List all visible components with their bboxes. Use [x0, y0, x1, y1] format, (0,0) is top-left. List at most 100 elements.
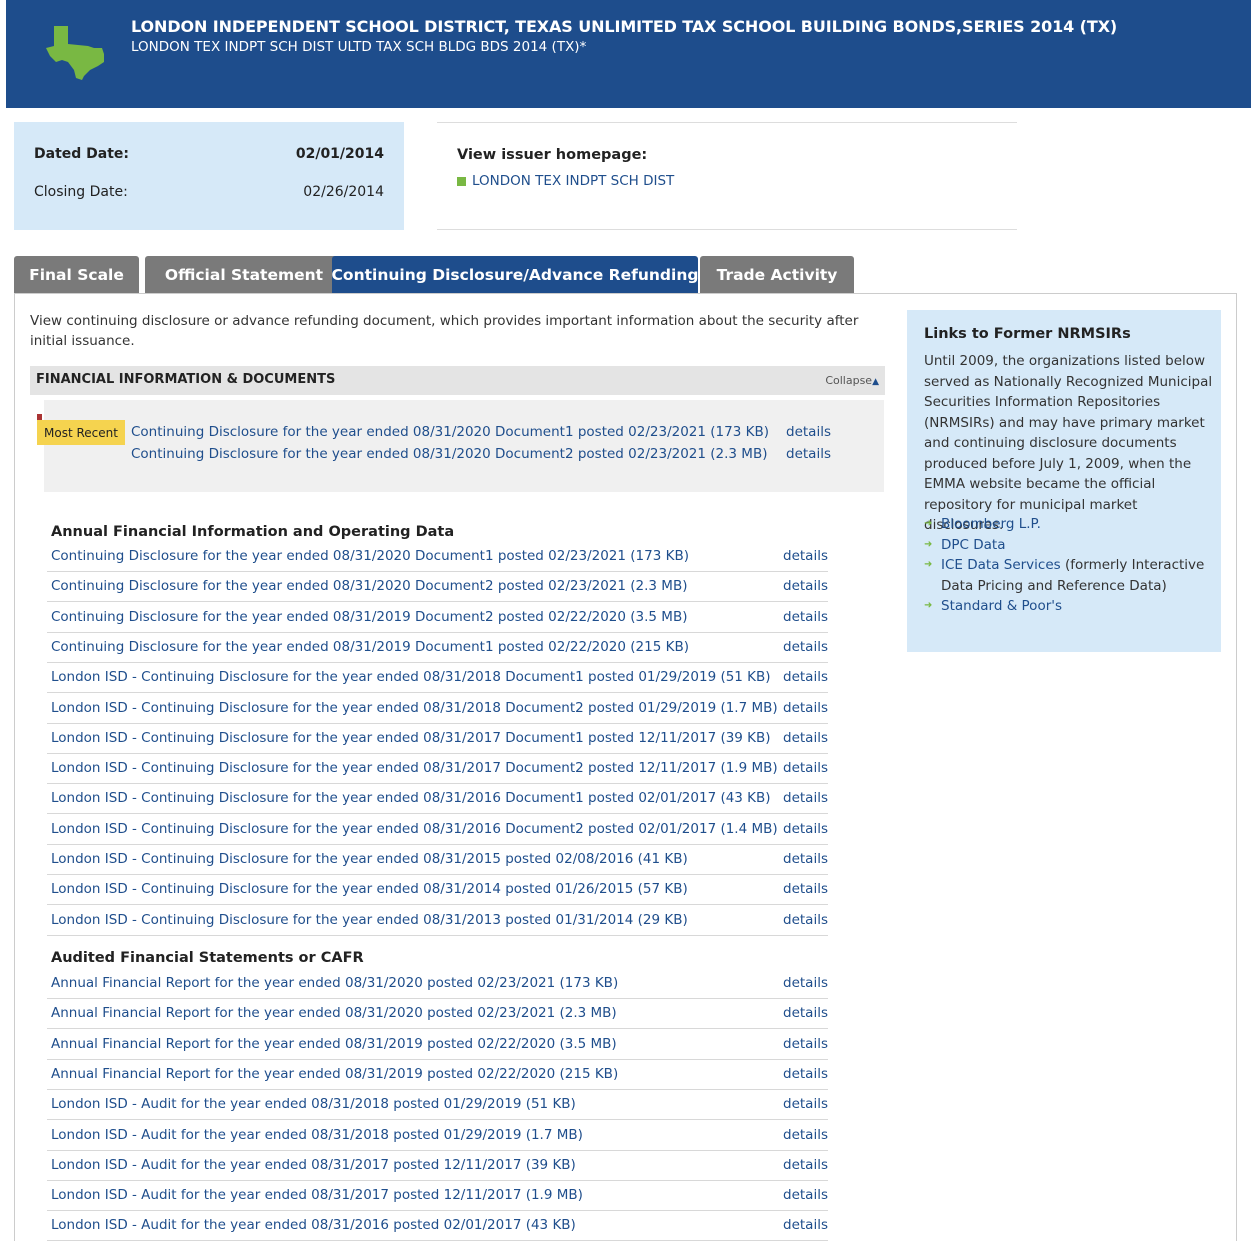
tab-trade-activity[interactable]: Trade Activity: [700, 256, 854, 293]
list-item: ➜ Standard & Poor's: [924, 596, 1214, 617]
sidebar-description: Until 2009, the organizations listed bel…: [924, 353, 1213, 533]
details-link[interactable]: details: [783, 851, 828, 867]
tab-final-scale[interactable]: Final Scale: [14, 256, 139, 293]
document-link[interactable]: Annual Financial Report for the year end…: [51, 1066, 618, 1082]
document-link[interactable]: Continuing Disclosure for the year ended…: [51, 609, 687, 625]
details-link[interactable]: details: [783, 760, 828, 776]
details-link[interactable]: details: [783, 1157, 828, 1173]
texas-state-icon: [46, 26, 104, 80]
details-link[interactable]: details: [783, 700, 828, 716]
recent-document-link[interactable]: Continuing Disclosure for the year ended…: [131, 446, 767, 462]
issuer-homepage-link[interactable]: LONDON TEX INDPT SCH DIST: [472, 173, 674, 189]
collapse-button[interactable]: Collapse▲: [825, 374, 879, 387]
details-link[interactable]: details: [783, 1005, 828, 1021]
details-link[interactable]: details: [783, 1217, 828, 1233]
details-link[interactable]: details: [783, 609, 828, 625]
closing-date-value: 02/26/2014: [303, 184, 384, 200]
table-row: Annual Financial Report for the year end…: [47, 1030, 828, 1060]
arrow-right-icon: ➜: [924, 600, 933, 611]
table-row: London ISD - Continuing Disclosure for t…: [47, 784, 828, 815]
page-header: LONDON INDEPENDENT SCHOOL DISTRICT, TEXA…: [6, 0, 1251, 108]
document-link[interactable]: London ISD - Continuing Disclosure for t…: [51, 851, 688, 867]
table-row: Annual Financial Report for the year end…: [47, 969, 828, 999]
document-link[interactable]: Continuing Disclosure for the year ended…: [51, 639, 689, 655]
document-link[interactable]: London ISD - Audit for the year ended 08…: [51, 1127, 583, 1143]
table-row: London ISD - Audit for the year ended 08…: [47, 1151, 828, 1181]
table-row: Continuing Disclosure for the year ended…: [47, 603, 828, 633]
financial-section-title: FINANCIAL INFORMATION & DOCUMENTS: [36, 372, 336, 387]
nrmsir-link-list: ➜ Bloomberg L.P. ➜ DPC Data ➜ ICE Data Serv…: [924, 514, 1214, 617]
dated-date-value: 02/01/2014: [295, 146, 384, 162]
details-link[interactable]: details: [783, 578, 828, 594]
document-link[interactable]: London ISD - Audit for the year ended 08…: [51, 1187, 583, 1203]
table-row: London ISD - Continuing Disclosure for t…: [47, 754, 828, 785]
table-row: London ISD - Audit for the year ended 08…: [47, 1090, 828, 1121]
details-link[interactable]: details: [783, 1187, 828, 1203]
document-link[interactable]: London ISD - Continuing Disclosure for t…: [51, 881, 688, 897]
document-link[interactable]: London ISD - Audit for the year ended 08…: [51, 1157, 576, 1173]
details-link[interactable]: details: [783, 1096, 828, 1112]
table-row: Continuing Disclosure for the year ended…: [47, 633, 828, 663]
issuer-homepage-link-row: LONDON TEX INDPT SCH DIST: [457, 173, 674, 189]
table-row: Continuing Disclosure for the year ended…: [47, 572, 828, 603]
recent-document-link[interactable]: Continuing Disclosure for the year ended…: [131, 424, 769, 440]
recent-details-link[interactable]: details: [786, 446, 831, 462]
table-row: London ISD - Continuing Disclosure for t…: [47, 845, 828, 875]
ice-data-services-link[interactable]: ICE Data Services: [941, 557, 1061, 573]
document-link[interactable]: Annual Financial Report for the year end…: [51, 1036, 617, 1052]
table-row: London ISD - Audit for the year ended 08…: [47, 1181, 828, 1212]
document-link[interactable]: Continuing Disclosure for the year ended…: [51, 578, 687, 594]
arrow-right-icon: ➜: [924, 559, 933, 570]
arrow-right-icon: ➜: [924, 538, 933, 550]
financial-section-header: FINANCIAL INFORMATION & DOCUMENTS Collap…: [30, 366, 885, 395]
document-link[interactable]: London ISD - Continuing Disclosure for t…: [51, 790, 771, 806]
table-row: London ISD - Continuing Disclosure for t…: [47, 663, 828, 694]
details-link[interactable]: details: [783, 669, 828, 685]
page-title: LONDON INDEPENDENT SCHOOL DISTRICT, TEXA…: [131, 17, 1118, 36]
page-subtitle: LONDON TEX INDPT SCH DIST ULTD TAX SCH B…: [131, 39, 587, 55]
tab-continuing-disclosure[interactable]: Continuing Disclosure/Advance Refunding: [332, 256, 698, 293]
audited-section-title: Audited Financial Statements or CAFR: [51, 950, 364, 966]
document-link[interactable]: London ISD - Continuing Disclosure for t…: [51, 730, 771, 746]
details-link[interactable]: details: [783, 821, 828, 837]
table-row: London ISD - Continuing Disclosure for t…: [47, 875, 828, 906]
sidebar-title: Links to Former NRMSIRs: [924, 326, 1131, 342]
document-link[interactable]: London ISD - Audit for the year ended 08…: [51, 1217, 576, 1233]
dpc-data-link[interactable]: DPC Data: [941, 537, 1006, 553]
standard-and-poors-link[interactable]: Standard & Poor's: [941, 598, 1062, 614]
document-link[interactable]: Annual Financial Report for the year end…: [51, 975, 618, 991]
bloomberg-link[interactable]: Bloomberg L.P.: [941, 516, 1041, 532]
details-link[interactable]: details: [783, 639, 828, 655]
details-link[interactable]: details: [783, 1066, 828, 1082]
dates-panel: Dated Date: 02/01/2014 Closing Date: 02/…: [14, 122, 404, 230]
list-item: ➜ DPC Data: [924, 535, 1214, 556]
document-link[interactable]: London ISD - Continuing Disclosure for t…: [51, 700, 778, 716]
details-link[interactable]: details: [783, 548, 828, 564]
table-row: London ISD - Audit for the year ended 08…: [47, 1211, 828, 1241]
details-link[interactable]: details: [783, 881, 828, 897]
details-link[interactable]: details: [783, 1036, 828, 1052]
document-link[interactable]: London ISD - Continuing Disclosure for t…: [51, 821, 778, 837]
details-link[interactable]: details: [783, 912, 828, 928]
issuer-homepage-panel: View issuer homepage: LONDON TEX INDPT S…: [437, 122, 1017, 230]
details-link[interactable]: details: [783, 730, 828, 746]
table-row: Annual Financial Report for the year end…: [47, 999, 828, 1030]
document-link[interactable]: London ISD - Continuing Disclosure for t…: [51, 912, 688, 928]
issuer-homepage-label: View issuer homepage:: [457, 147, 648, 163]
tab-official-statement[interactable]: Official Statement: [145, 256, 343, 293]
recent-details-link[interactable]: details: [786, 424, 831, 440]
document-link[interactable]: London ISD - Continuing Disclosure for t…: [51, 669, 771, 685]
document-link[interactable]: Continuing Disclosure for the year ended…: [51, 548, 689, 564]
document-link[interactable]: London ISD - Audit for the year ended 08…: [51, 1096, 576, 1112]
square-bullet-icon: [457, 176, 466, 186]
details-link[interactable]: details: [783, 790, 828, 806]
details-link[interactable]: details: [783, 1127, 828, 1143]
collapse-label: Collapse: [825, 374, 873, 387]
table-row: London ISD - Audit for the year ended 08…: [47, 1121, 828, 1151]
document-link[interactable]: Annual Financial Report for the year end…: [51, 1005, 617, 1021]
nrmsir-sidebar: Links to Former NRMSIRs Until 2009, the …: [907, 310, 1221, 652]
annual-section-title: Annual Financial Information and Operati…: [51, 524, 455, 540]
table-row: Continuing Disclosure for the year ended…: [47, 542, 828, 572]
details-link[interactable]: details: [783, 975, 828, 991]
document-link[interactable]: London ISD - Continuing Disclosure for t…: [51, 760, 778, 776]
